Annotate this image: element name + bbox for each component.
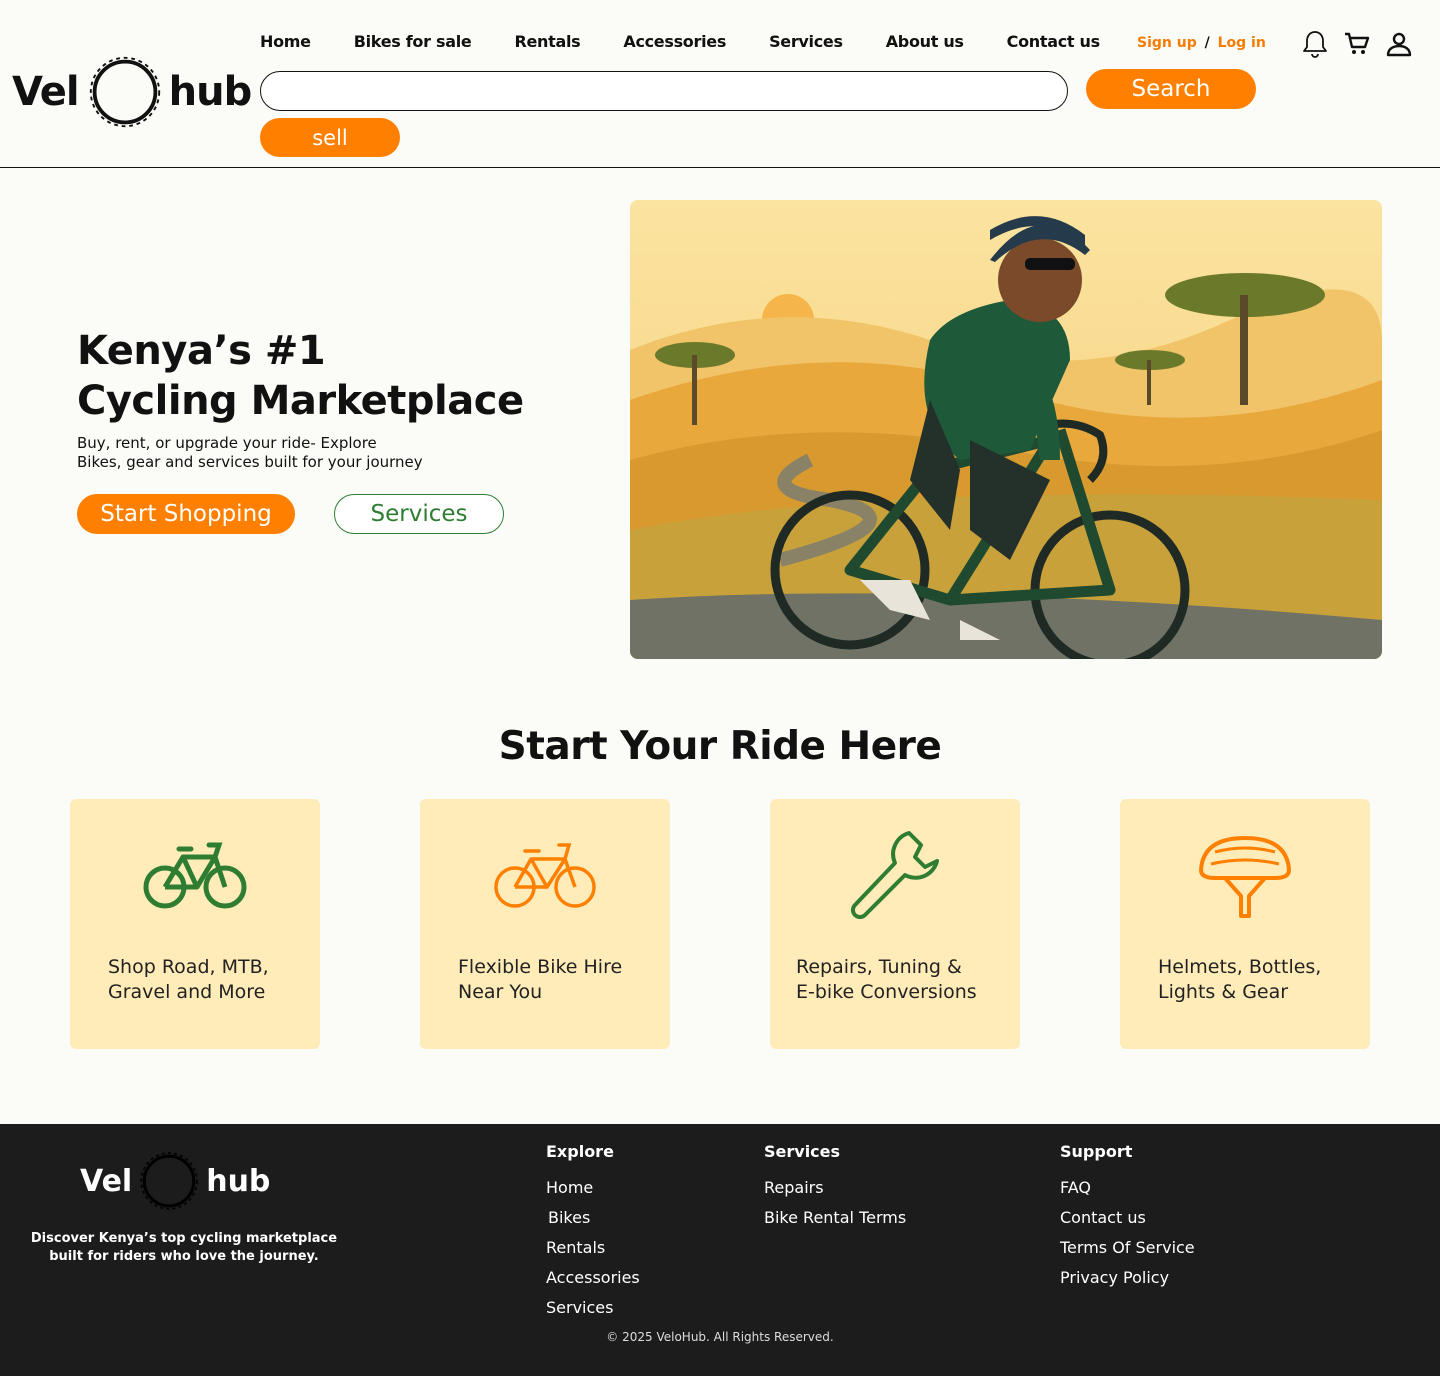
card-text: Flexible Bike Hire Near You (458, 956, 623, 1003)
section-title: Start Your Ride Here (498, 724, 942, 769)
nav-about-us[interactable]: About us (886, 32, 964, 51)
footer-link-repairs[interactable]: Repairs (764, 1178, 906, 1197)
logo[interactable]: Vel hub (12, 54, 253, 130)
login-link[interactable]: Log in (1218, 35, 1266, 51)
footer-column-title: Explore (546, 1142, 614, 1161)
footer-link-terms[interactable]: Terms Of Service (1060, 1238, 1195, 1257)
chain-ring-icon (140, 1152, 198, 1210)
card-shop-bikes[interactable]: Shop Road, MTB, Gravel and More (70, 799, 320, 1049)
footer-link-bikes[interactable]: Bikes (548, 1208, 640, 1227)
site-footer: Vel hub Discover Kenya’s top cycling mar… (0, 1124, 1440, 1376)
cart-icon[interactable] (1342, 28, 1372, 60)
bike-icon (70, 825, 320, 925)
user-icon[interactable] (1384, 28, 1414, 60)
footer-link-privacy[interactable]: Privacy Policy (1060, 1268, 1195, 1287)
nav-rentals[interactable]: Rentals (514, 32, 580, 51)
footer-link-home[interactable]: Home (546, 1178, 640, 1197)
card-text: Helmets, Bottles, Lights & Gear (1158, 956, 1322, 1003)
footer-support: Support FAQ Contact us Terms Of Service … (1060, 1142, 1195, 1298)
copyright: © 2025 VeloHub. All Rights Reserved. (606, 1330, 834, 1344)
start-shopping-button[interactable]: Start Shopping (77, 494, 295, 534)
hero-subtitle: Buy, rent, or upgrade your ride- Explore… (77, 434, 423, 471)
header-icons (1300, 28, 1414, 60)
card-text: Shop Road, MTB, Gravel and More (108, 956, 269, 1003)
wrench-icon (770, 825, 1020, 925)
hero-services-button[interactable]: Services (334, 494, 504, 534)
bell-icon[interactable] (1300, 28, 1330, 60)
footer-tagline: Discover Kenya’s top cycling marketplace… (30, 1231, 338, 1264)
card-bike-hire[interactable]: Flexible Bike Hire Near You (420, 799, 670, 1049)
bike-icon (420, 825, 670, 925)
sell-button[interactable]: sell (260, 118, 400, 157)
footer-link-bike-rental-terms[interactable]: Bike Rental Terms (764, 1208, 906, 1227)
logo-text-left: Vel (12, 69, 80, 115)
footer-logo[interactable]: Vel hub (80, 1150, 270, 1212)
hero-title: Kenya’s #1 Cycling Marketplace (77, 328, 524, 424)
card-repairs[interactable]: Repairs, Tuning & E-bike Conversions (770, 799, 1020, 1049)
signup-link[interactable]: Sign up (1137, 35, 1197, 51)
auth-links: Sign up / Log in (1137, 35, 1266, 51)
footer-link-services[interactable]: Services (546, 1298, 640, 1317)
logo-text-right: hub (168, 69, 253, 115)
hero-image-cyclist (630, 200, 1382, 659)
search-button[interactable]: Search (1086, 69, 1256, 109)
main-nav: Home Bikes for sale Rentals Accessories … (260, 32, 1143, 51)
nav-contact-us[interactable]: Contact us (1007, 32, 1101, 51)
site-header: Vel hub Home Bikes for sale Rentals Acce… (0, 0, 1440, 168)
search-input[interactable] (260, 71, 1068, 111)
nav-home[interactable]: Home (260, 32, 311, 51)
footer-link-faq[interactable]: FAQ (1060, 1178, 1195, 1197)
footer-link-contact-us[interactable]: Contact us (1060, 1208, 1195, 1227)
footer-column-title: Services (764, 1142, 841, 1161)
auth-separator: / (1204, 35, 1210, 51)
footer-link-accessories[interactable]: Accessories (546, 1268, 640, 1287)
helmet-icon (1120, 825, 1370, 925)
chain-ring-icon (89, 56, 160, 128)
footer-explore: Explore Home Bikes Rentals Accessories S… (546, 1142, 640, 1328)
nav-accessories[interactable]: Accessories (623, 32, 726, 51)
card-text: Repairs, Tuning & E-bike Conversions (796, 956, 977, 1003)
footer-services: Services Repairs Bike Rental Terms (764, 1142, 906, 1238)
footer-link-rentals[interactable]: Rentals (546, 1238, 640, 1257)
nav-services[interactable]: Services (769, 32, 843, 51)
nav-bikes-for-sale[interactable]: Bikes for sale (354, 32, 472, 51)
card-accessories[interactable]: Helmets, Bottles, Lights & Gear (1120, 799, 1370, 1049)
footer-column-title: Support (1060, 1142, 1133, 1161)
